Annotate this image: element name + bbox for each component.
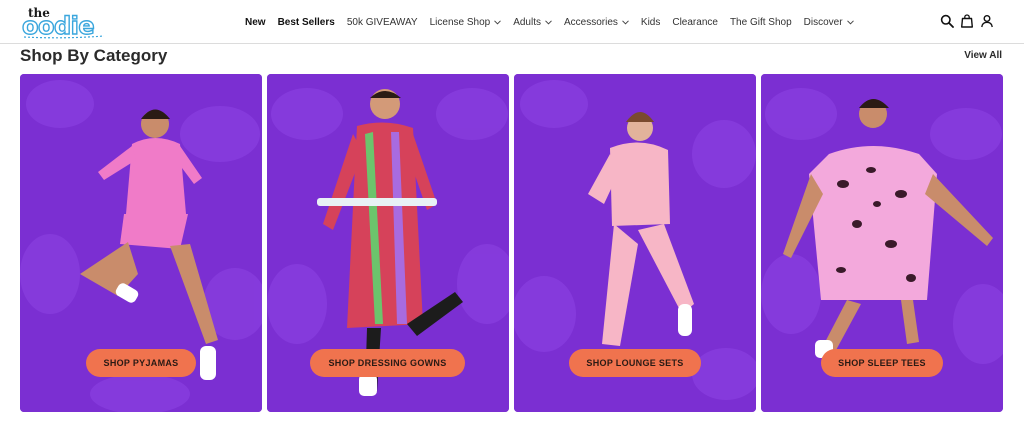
search-icon[interactable] xyxy=(940,14,954,28)
category-card-pyjamas[interactable]: SHOP PYJAMAS xyxy=(20,74,262,412)
main-nav: New Best Sellers 50k GIVEAWAY License Sh… xyxy=(245,14,866,30)
nav-item-new[interactable]: New xyxy=(245,17,266,28)
account-icon[interactable] xyxy=(980,14,994,28)
view-all-link[interactable]: View All xyxy=(964,50,1002,61)
logo-swoosh-icon xyxy=(23,35,105,39)
shop-sleep-tees-button[interactable]: SHOP SLEEP TEES xyxy=(821,349,943,377)
chevron-down-icon xyxy=(494,19,502,25)
nav-item-adults[interactable]: Adults xyxy=(513,17,552,28)
chevron-down-icon xyxy=(846,19,854,25)
chevron-down-icon xyxy=(545,19,552,25)
category-card-dressing-gowns[interactable]: SHOP DRESSING GOWNS xyxy=(267,74,509,412)
section-title: Shop By Category xyxy=(20,46,168,65)
cart-icon[interactable] xyxy=(960,14,974,28)
site-header: the oodie New Best Sellers 50k GIVEAWAY … xyxy=(0,0,1024,44)
nav-item-license-shop[interactable]: License Shop xyxy=(430,17,502,28)
header-icons xyxy=(934,14,994,28)
category-card-sleep-tees[interactable]: SHOP SLEEP TEES xyxy=(761,74,1003,412)
category-card-lounge-sets[interactable]: SHOP LOUNGE SETS xyxy=(514,74,756,412)
shop-lounge-sets-button[interactable]: SHOP LOUNGE SETS xyxy=(569,349,701,377)
category-cards: SHOP PYJAMAS SHOP DRESSING GOWNS SHOP LO… xyxy=(20,74,1004,412)
nav-item-clearance[interactable]: Clearance xyxy=(672,17,718,28)
nav-item-best-sellers[interactable]: Best Sellers xyxy=(278,17,335,28)
nav-item-kids[interactable]: Kids xyxy=(641,17,660,28)
nav-item-accessories[interactable]: Accessories xyxy=(564,17,629,28)
shop-pyjamas-button[interactable]: SHOP PYJAMAS xyxy=(86,349,196,377)
chevron-down-icon xyxy=(622,19,629,25)
nav-item-discover[interactable]: Discover xyxy=(804,17,854,28)
nav-item-gift-shop[interactable]: The Gift Shop xyxy=(730,17,792,28)
shop-dressing-gowns-button[interactable]: SHOP DRESSING GOWNS xyxy=(310,349,465,377)
nav-item-giveaway[interactable]: 50k GIVEAWAY xyxy=(347,17,418,28)
brand-logo[interactable]: the oodie xyxy=(21,6,112,41)
